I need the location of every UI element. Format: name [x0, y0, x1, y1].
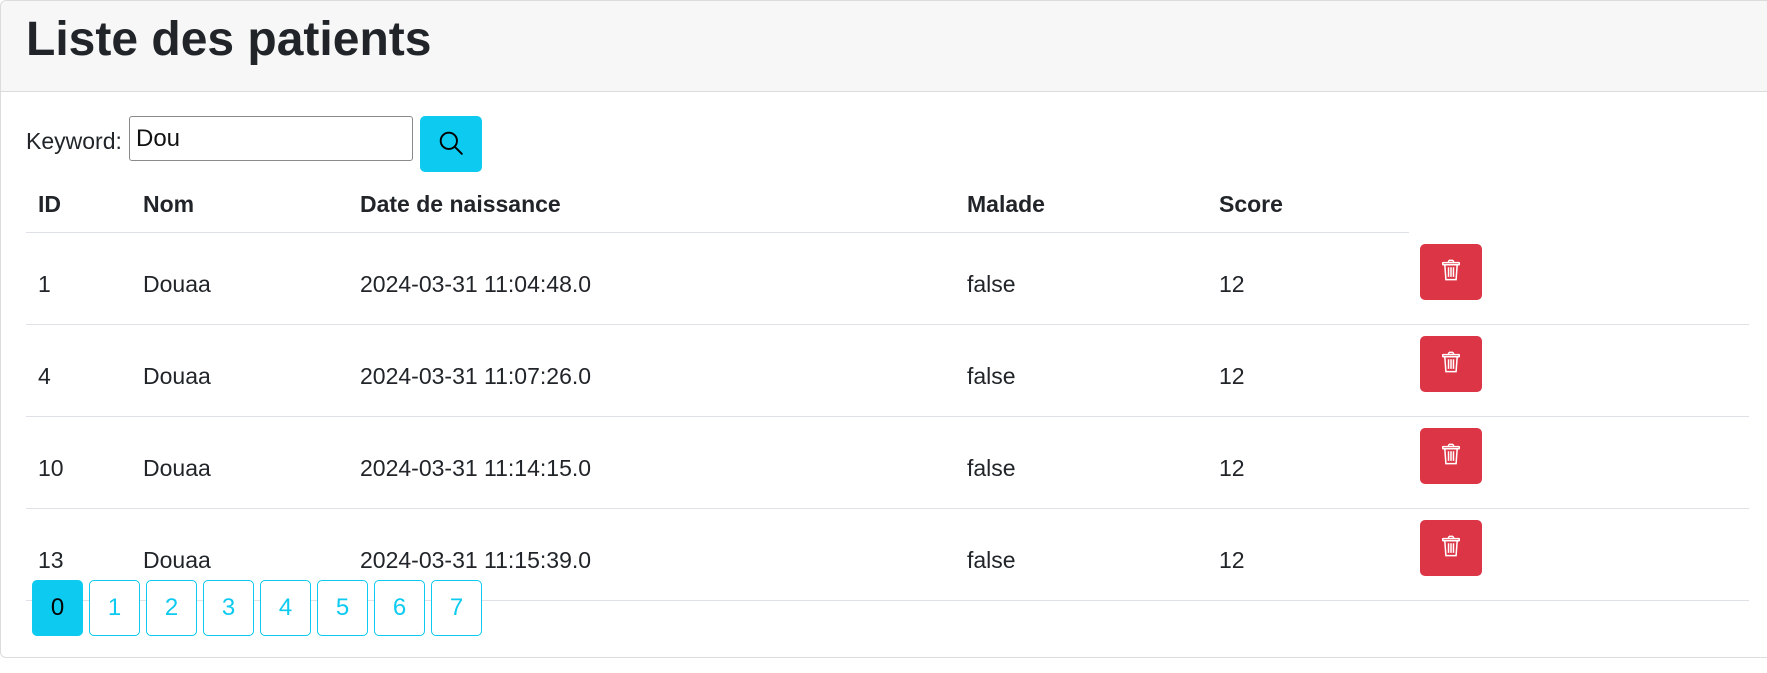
column-header-id: ID: [26, 176, 143, 233]
column-header-score: Score: [1219, 176, 1409, 233]
table-header-row: ID Nom Date de naissance Malade Score: [26, 176, 1749, 233]
page-button-1[interactable]: 1: [89, 580, 140, 636]
search-button[interactable]: [420, 116, 482, 172]
card-header: Liste des patients: [1, 1, 1767, 92]
page-button-7[interactable]: 7: [431, 580, 482, 636]
search-input[interactable]: [129, 116, 413, 161]
delete-button[interactable]: [1420, 243, 1482, 300]
column-header-nom: Nom: [143, 176, 360, 233]
trash-icon: [1440, 442, 1462, 469]
cell-date: 2024-03-31 11:15:39.0: [360, 546, 592, 573]
page-button-5[interactable]: 5: [317, 580, 368, 636]
page-title: Liste des patients: [26, 13, 432, 66]
trash-icon: [1440, 534, 1462, 561]
cell-id: 13: [38, 546, 64, 573]
cell-date: 2024-03-31 11:14:15.0: [360, 454, 592, 481]
cell-malade: false: [967, 454, 1016, 481]
page-button-0[interactable]: 0: [32, 580, 83, 636]
patients-card: Liste des patients Keyword: ID Nom Date …: [0, 0, 1767, 658]
table-row: 1 Douaa 2024-03-31 11:04:48.0 false 12: [26, 232, 1749, 325]
table-row: 10 Douaa 2024-03-31 11:14:15.0 false 12: [26, 416, 1749, 509]
cell-score: 12: [1219, 454, 1245, 481]
cell-malade: false: [967, 546, 1016, 573]
cell-date: 2024-03-31 11:07:26.0: [360, 362, 592, 389]
cell-nom: Douaa: [143, 362, 211, 389]
page-button-3[interactable]: 3: [203, 580, 254, 636]
delete-button[interactable]: [1420, 335, 1482, 392]
cell-score: 12: [1219, 362, 1245, 389]
table-row: 4 Douaa 2024-03-31 11:07:26.0 false 12: [26, 324, 1749, 417]
cell-id: 10: [38, 454, 64, 481]
cell-malade: false: [967, 270, 1016, 297]
page-button-4[interactable]: 4: [260, 580, 311, 636]
cell-nom: Douaa: [143, 546, 211, 573]
column-header-actions: [1409, 176, 1749, 233]
trash-icon: [1440, 350, 1462, 377]
search-icon: [438, 130, 464, 159]
cell-date: 2024-03-31 11:04:48.0: [360, 270, 592, 297]
delete-button[interactable]: [1420, 427, 1482, 484]
cell-id: 4: [38, 362, 51, 389]
page-button-2[interactable]: 2: [146, 580, 197, 636]
cell-malade: false: [967, 362, 1016, 389]
cell-id: 1: [38, 270, 51, 297]
trash-icon: [1440, 258, 1462, 285]
patients-table: ID Nom Date de naissance Malade Score 1 …: [26, 176, 1749, 601]
pagination: 0 1 2 3 4 5 6 7: [32, 580, 482, 636]
cell-nom: Douaa: [143, 454, 211, 481]
page-button-6[interactable]: 6: [374, 580, 425, 636]
cell-score: 12: [1219, 546, 1245, 573]
search-label: Keyword:: [26, 128, 122, 154]
cell-nom: Douaa: [143, 270, 211, 297]
column-header-malade: Malade: [967, 176, 1219, 233]
column-header-date: Date de naissance: [360, 176, 967, 233]
delete-button[interactable]: [1420, 519, 1482, 576]
cell-score: 12: [1219, 270, 1245, 297]
